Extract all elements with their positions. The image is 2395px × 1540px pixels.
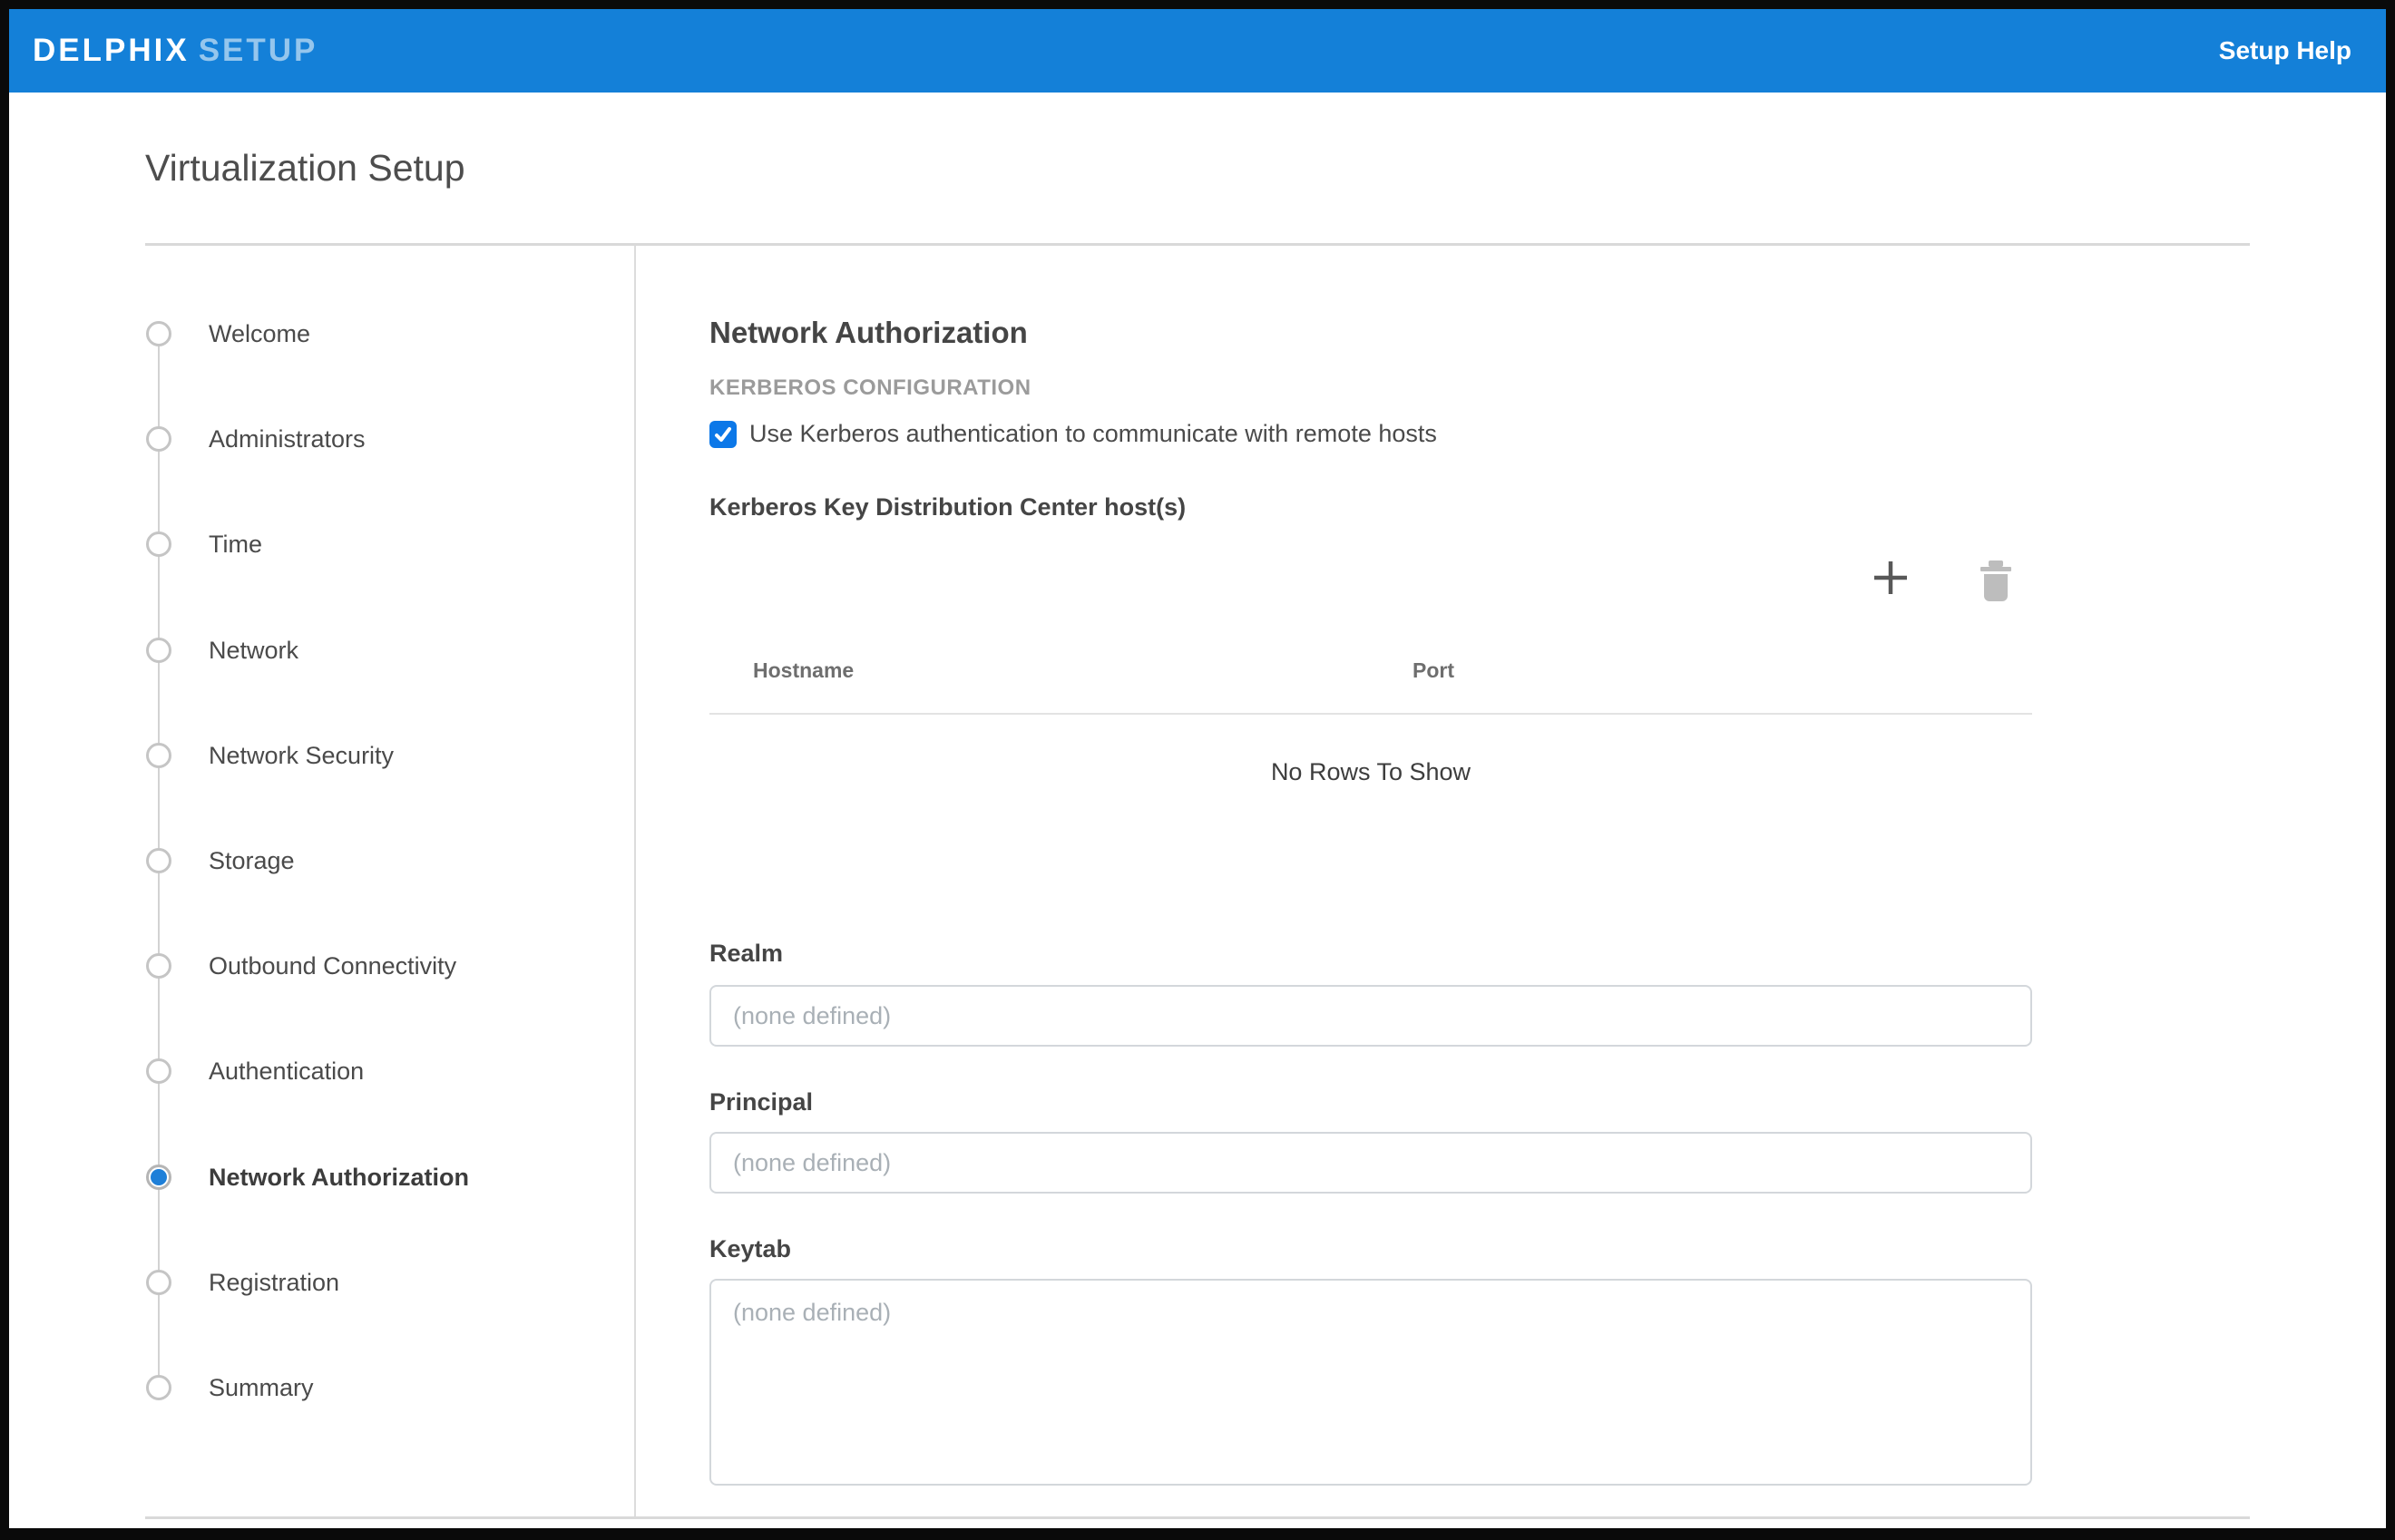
sidebar-item-network[interactable]: Network bbox=[145, 632, 298, 668]
realm-label: Realm bbox=[709, 940, 783, 968]
sidebar-item-label: Network Security bbox=[209, 742, 394, 770]
step-circle-icon bbox=[146, 426, 171, 452]
step-circle-icon bbox=[146, 1058, 171, 1084]
step-circle-icon bbox=[146, 1375, 171, 1400]
setup-help-link[interactable]: Setup Help bbox=[2219, 9, 2351, 93]
keytab-textarea[interactable] bbox=[709, 1279, 2032, 1486]
use-kerberos-checkbox[interactable] bbox=[709, 421, 737, 448]
sidebar-item-registration[interactable]: Registration bbox=[145, 1264, 339, 1301]
page-title: Virtualization Setup bbox=[145, 147, 465, 190]
step-circle-icon bbox=[146, 638, 171, 663]
sidebar-item-label: Network bbox=[209, 637, 298, 665]
sidebar-item-storage[interactable]: Storage bbox=[145, 843, 295, 879]
brand-primary: DELPHIX bbox=[33, 33, 190, 68]
sidebar-item-label: Administrators bbox=[209, 425, 366, 453]
sidebar-item-administrators[interactable]: Administrators bbox=[145, 421, 366, 457]
step-circle-icon bbox=[146, 953, 171, 979]
sidebar-item-label: Summary bbox=[209, 1374, 314, 1402]
plus-icon bbox=[1869, 556, 1912, 599]
header-divider bbox=[145, 243, 2250, 246]
column-header-port: Port bbox=[1413, 658, 1454, 683]
sidebar-item-label: Time bbox=[209, 531, 262, 559]
sidebar-item-welcome[interactable]: Welcome bbox=[145, 316, 310, 352]
sidebar-item-label: Storage bbox=[209, 847, 295, 875]
sidebar-item-label: Network Authorization bbox=[209, 1164, 469, 1192]
principal-input[interactable] bbox=[709, 1132, 2032, 1194]
realm-input[interactable] bbox=[709, 985, 2032, 1047]
table-empty-message: No Rows To Show bbox=[709, 758, 2032, 786]
delete-kdc-host-button[interactable] bbox=[1976, 559, 2016, 602]
sidebar-item-time[interactable]: Time bbox=[145, 526, 262, 562]
sidebar-item-outbound-connectivity[interactable]: Outbound Connectivity bbox=[145, 948, 456, 984]
brand-secondary: SETUP bbox=[199, 33, 318, 68]
top-bar: DELPHIX SETUP Setup Help bbox=[9, 9, 2386, 93]
sidebar-item-authentication[interactable]: Authentication bbox=[145, 1053, 364, 1089]
add-kdc-host-button[interactable] bbox=[1869, 556, 1912, 599]
step-circle-icon bbox=[146, 321, 171, 346]
checkmark-icon bbox=[713, 424, 733, 444]
section-title: Network Authorization bbox=[709, 316, 1028, 350]
column-header-hostname: Hostname bbox=[753, 658, 854, 683]
delphix-setup-window: DELPHIX SETUP Setup Help Virtualization S… bbox=[0, 0, 2395, 1540]
sidebar-item-summary[interactable]: Summary bbox=[145, 1369, 314, 1406]
sidebar-item-network-authorization[interactable]: Network Authorization bbox=[145, 1159, 469, 1195]
footer-divider bbox=[145, 1516, 2250, 1519]
table-header-divider bbox=[709, 713, 2032, 715]
keytab-label: Keytab bbox=[709, 1235, 791, 1263]
step-circle-icon bbox=[146, 1270, 171, 1295]
use-kerberos-label: Use Kerberos authentication to communica… bbox=[749, 420, 1437, 448]
trash-icon bbox=[1976, 559, 2016, 602]
sidebar-item-label: Authentication bbox=[209, 1058, 364, 1086]
kerberos-checkbox-row: Use Kerberos authentication to communica… bbox=[709, 420, 1437, 448]
step-circle-icon bbox=[146, 743, 171, 768]
step-circle-icon bbox=[146, 531, 171, 557]
sidebar-item-network-security[interactable]: Network Security bbox=[145, 737, 394, 774]
sidebar-item-label: Welcome bbox=[209, 320, 310, 348]
step-circle-icon bbox=[146, 848, 171, 873]
step-circle-icon bbox=[146, 1165, 171, 1190]
sidebar-item-label: Outbound Connectivity bbox=[209, 952, 456, 980]
sidebar-item-label: Registration bbox=[209, 1269, 339, 1297]
kerberos-configuration-heading: KERBEROS CONFIGURATION bbox=[709, 375, 1031, 401]
sidebar-divider bbox=[634, 246, 636, 1516]
delphix-logo: DELPHIX SETUP bbox=[33, 33, 318, 69]
principal-label: Principal bbox=[709, 1088, 813, 1116]
kdc-hosts-label: Kerberos Key Distribution Center host(s) bbox=[709, 493, 1186, 521]
